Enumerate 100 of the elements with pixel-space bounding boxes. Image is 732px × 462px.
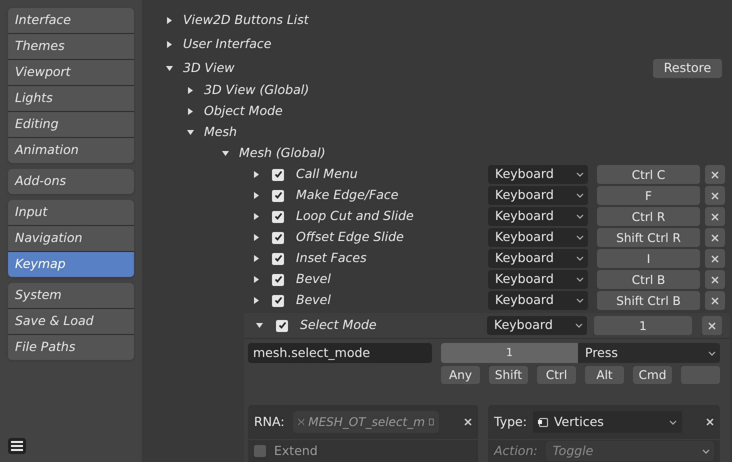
key-button[interactable]: Ctrl B (597, 270, 700, 289)
input-type-dropdown[interactable]: Keyboard (488, 249, 588, 268)
keymap-item-name[interactable]: Bevel (296, 270, 331, 289)
sidebar-item[interactable]: Interface (8, 8, 134, 33)
sidebar-item[interactable]: Input (8, 200, 134, 225)
type-dropdown[interactable]: Vertices (532, 411, 682, 433)
input-type-dropdown[interactable]: Keyboard (488, 207, 588, 226)
action-dropdown[interactable]: Toggle (546, 441, 714, 461)
keymap-item-name[interactable]: Loop Cut and Slide (296, 207, 414, 226)
checkbox[interactable] (272, 168, 284, 180)
event-dropdown[interactable]: Press (578, 343, 720, 363)
collapse-arrow-icon[interactable] (222, 150, 229, 157)
remove-button[interactable] (705, 249, 725, 268)
expand-arrow-icon[interactable] (253, 297, 260, 304)
tree-item[interactable]: Mesh (Global) (239, 144, 326, 163)
sidebar-item[interactable]: Keymap (8, 252, 134, 277)
remove-button[interactable] (702, 316, 722, 335)
clear-icon[interactable] (706, 418, 714, 426)
sidebar-item[interactable]: System (8, 283, 134, 308)
sidebar-item[interactable]: Lights (8, 86, 134, 111)
input-type-dropdown[interactable]: Keyboard (488, 165, 588, 184)
tree-item[interactable]: Object Mode (204, 102, 283, 121)
sidebar-item[interactable]: Editing (8, 112, 134, 137)
menu-icon[interactable] (8, 438, 26, 454)
caret-icon (668, 420, 677, 424)
collapse-arrow-icon[interactable] (187, 129, 194, 136)
expand-arrow-icon[interactable] (187, 87, 194, 94)
input-type-dropdown[interactable]: Keyboard (488, 291, 588, 310)
keymap-item-name[interactable]: Select Mode (300, 316, 377, 335)
key-button[interactable]: Shift Ctrl R (597, 228, 700, 247)
caret-icon (576, 172, 584, 177)
modifier-toggle[interactable]: Any (441, 366, 480, 384)
expand-arrow-icon[interactable] (253, 276, 260, 283)
expand-arrow-icon[interactable] (253, 192, 260, 199)
remove-button[interactable] (705, 186, 725, 205)
checkbox[interactable] (272, 232, 284, 244)
sidebar-item[interactable]: Themes (8, 34, 134, 59)
remove-button[interactable] (705, 207, 725, 226)
key-button[interactable]: Ctrl R (597, 207, 700, 226)
modifier-toggle[interactable]: Alt (585, 366, 624, 384)
keymap-item-name[interactable]: Inset Faces (296, 249, 367, 268)
rna-field[interactable]: MESH_OT_select_m (292, 411, 439, 433)
keymap-item-name[interactable]: Offset Edge Slide (296, 228, 404, 247)
keymap-item-name[interactable]: Call Menu (296, 165, 358, 184)
field-label: Type: (494, 412, 527, 431)
checkbox-label: Extend (274, 442, 318, 460)
caret-icon (702, 448, 710, 454)
checkbox[interactable] (254, 445, 266, 457)
input-type-dropdown[interactable]: Keyboard (488, 270, 588, 289)
collapse-arrow-icon[interactable] (166, 64, 173, 72)
sidebar-item[interactable]: Add-ons (8, 169, 134, 194)
input-type-dropdown[interactable]: Keyboard (488, 228, 588, 247)
key-button[interactable]: I (597, 249, 700, 268)
tree-item[interactable]: Mesh (204, 123, 237, 142)
key-button[interactable]: 1 (594, 316, 692, 335)
checkbox[interactable] (272, 210, 284, 222)
expand-arrow-icon[interactable] (253, 255, 260, 262)
expand-arrow-icon[interactable] (187, 108, 194, 115)
remove-button[interactable] (705, 270, 725, 289)
checkbox[interactable] (272, 274, 284, 286)
tree-item[interactable]: User Interface (183, 34, 272, 54)
sidebar-item[interactable]: Save & Load (8, 309, 134, 334)
keymap-item-name[interactable]: Make Edge/Face (296, 186, 398, 205)
collapse-arrow-icon[interactable] (256, 322, 263, 329)
operator-field[interactable]: mesh.select_mode (248, 343, 432, 363)
missing-glyph-icon (428, 417, 434, 427)
remove-button[interactable] (705, 165, 725, 184)
expand-arrow-icon[interactable] (253, 171, 260, 178)
checkbox[interactable] (276, 320, 288, 332)
key-button[interactable]: F (597, 186, 700, 205)
key-button[interactable]: 1 (441, 343, 578, 363)
input-type-dropdown[interactable]: Keyboard (487, 316, 587, 335)
tree-item[interactable]: View2D Buttons List (183, 10, 309, 30)
key-button[interactable]: Ctrl C (597, 165, 700, 184)
expand-arrow-icon[interactable] (253, 234, 260, 241)
caret-icon (576, 235, 584, 240)
dna-icon (298, 416, 304, 428)
tree-item[interactable]: 3D View (Global) (204, 81, 310, 100)
remove-button[interactable] (705, 228, 725, 247)
expand-arrow-icon[interactable] (166, 16, 173, 24)
modifier-toggle[interactable]: Cmd (633, 366, 672, 384)
expand-arrow-icon[interactable] (253, 213, 260, 220)
expand-arrow-icon[interactable] (166, 40, 173, 48)
sidebar-item[interactable]: File Paths (8, 335, 134, 360)
keymap-item-name[interactable]: Bevel (296, 291, 331, 310)
input-type-dropdown[interactable]: Keyboard (488, 186, 588, 205)
modifier-toggle[interactable]: Ctrl (537, 366, 576, 384)
checkbox[interactable] (272, 294, 284, 306)
sidebar-item[interactable]: Navigation (8, 226, 134, 251)
checkbox[interactable] (272, 190, 284, 202)
caret-icon (576, 214, 584, 219)
tree-item[interactable]: 3D View (183, 58, 234, 78)
remove-button[interactable] (705, 291, 725, 310)
clear-icon[interactable] (464, 418, 472, 426)
sidebar-item[interactable]: Animation (8, 138, 134, 163)
sidebar-item[interactable]: Viewport (8, 60, 134, 85)
restore-button[interactable]: Restore (653, 58, 722, 78)
key-button[interactable]: Shift Ctrl B (597, 291, 700, 310)
modifier-toggle[interactable]: Shift (489, 366, 528, 384)
checkbox[interactable] (272, 252, 284, 264)
